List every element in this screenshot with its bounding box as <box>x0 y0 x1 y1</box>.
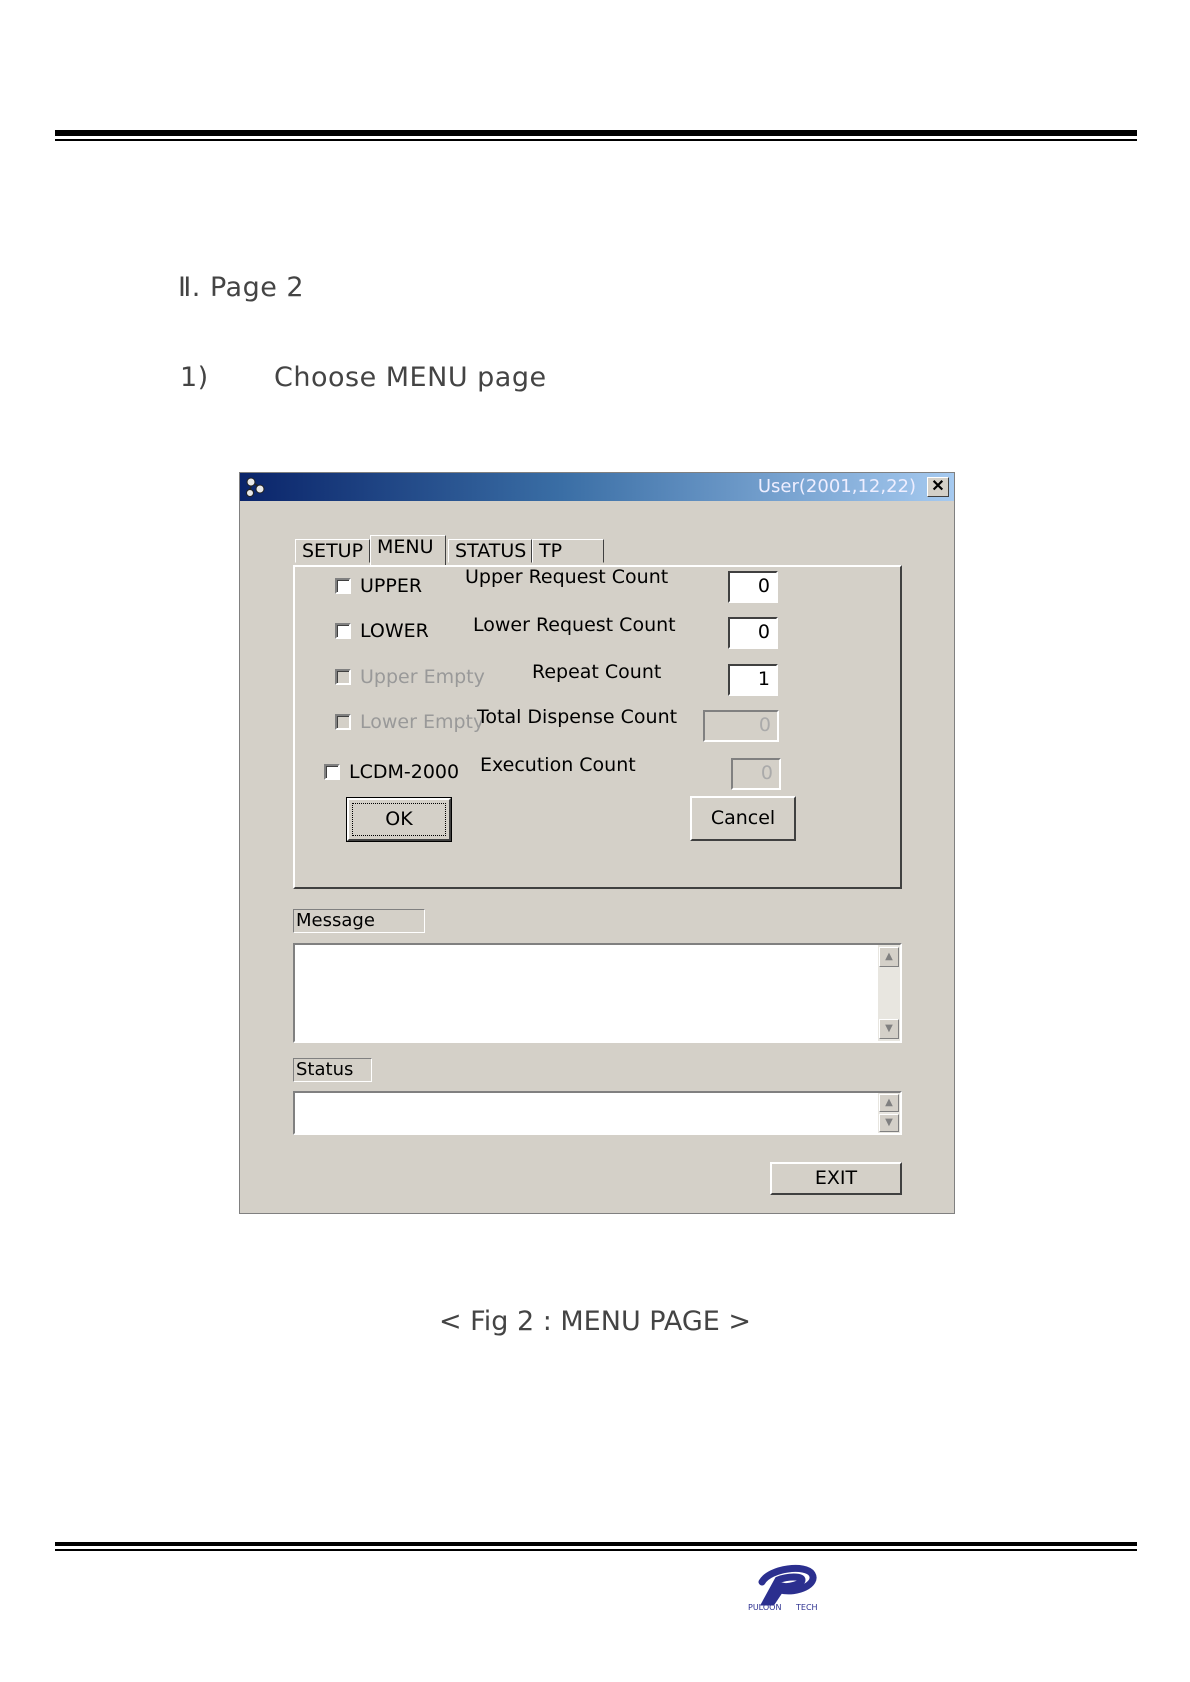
checkbox-label: Lower Empty <box>360 711 485 733</box>
checkbox-label: LCDM-2000 <box>349 761 460 783</box>
svg-text:PULOON: PULOON <box>748 1603 781 1612</box>
exit-button[interactable]: EXIT <box>770 1162 902 1195</box>
total-dispense-count-label: Total Dispense Count <box>477 706 678 728</box>
footer-rule <box>55 1542 1137 1551</box>
close-icon: ✕ <box>931 478 945 495</box>
title-bar[interactable]: User(2001,12,22) ✕ <box>240 473 954 501</box>
checkbox-box <box>335 669 351 685</box>
scroll-up-icon[interactable]: ▲ <box>879 1094 899 1112</box>
total-dispense-count-input: 0 <box>703 710 779 742</box>
close-button[interactable]: ✕ <box>927 477 949 497</box>
cancel-button[interactable]: Cancel <box>690 796 796 841</box>
scroll-up-icon[interactable]: ▲ <box>879 947 899 967</box>
status-label: Status <box>293 1058 372 1082</box>
execution-count-label: Execution Count <box>480 754 636 776</box>
status-scrollbar[interactable]: ▲ ▼ <box>878 1093 900 1133</box>
status-textarea[interactable]: ▲ ▼ <box>293 1091 902 1135</box>
upper-request-count-input[interactable]: 0 <box>728 571 778 603</box>
header-rule <box>55 130 1137 141</box>
figure-caption: < Fig 2 : MENU PAGE > <box>438 1306 752 1337</box>
execution-count-input: 0 <box>731 758 781 790</box>
checkbox-lower-empty: Lower Empty <box>335 711 484 733</box>
tab-setup[interactable]: SETUP <box>295 539 370 563</box>
repeat-count-label: Repeat Count <box>532 661 662 683</box>
logo-mark-icon: PULOON TECH <box>748 1565 818 1612</box>
focus-rect <box>352 803 446 836</box>
checkbox-label: LOWER <box>360 620 429 642</box>
window-title: User(2001,12,22) <box>757 476 916 497</box>
puloon-tech-logo: PULOON TECH <box>748 1562 828 1612</box>
upper-request-count-label: Upper Request Count <box>465 566 669 588</box>
checkbox-label: UPPER <box>360 575 423 597</box>
menu-dialog: User(2001,12,22) ✕ SETUP MENU STATUS TP … <box>239 472 955 1214</box>
section-heading: Ⅱ. Page 2 <box>178 272 305 303</box>
step-number: 1) <box>180 362 209 393</box>
checkbox-lower[interactable]: LOWER <box>335 620 429 642</box>
scroll-down-icon[interactable]: ▼ <box>879 1019 899 1039</box>
lower-request-count-input[interactable]: 0 <box>728 617 778 649</box>
svg-text:TECH: TECH <box>795 1603 818 1612</box>
scroll-down-icon[interactable]: ▼ <box>879 1114 899 1132</box>
checkbox-lcdm-2000[interactable]: LCDM-2000 <box>324 761 459 783</box>
checkbox-box <box>335 714 351 730</box>
tab-tp[interactable]: TP <box>532 539 604 563</box>
message-label: Message <box>293 909 425 933</box>
ok-button[interactable]: OK <box>346 797 452 842</box>
step-text: Choose MENU page <box>274 362 547 393</box>
checkbox-box[interactable] <box>324 764 340 780</box>
message-textarea[interactable]: ▲ ▼ <box>293 943 902 1043</box>
repeat-count-input[interactable]: 1 <box>728 664 778 696</box>
tab-menu[interactable]: MENU <box>370 535 446 565</box>
checkbox-box[interactable] <box>335 623 351 639</box>
checkbox-box[interactable] <box>335 578 351 594</box>
checkbox-upper-empty: Upper Empty <box>335 666 485 688</box>
checkbox-upper[interactable]: UPPER <box>335 575 422 597</box>
tab-status[interactable]: STATUS <box>448 539 532 563</box>
app-icon <box>246 477 265 497</box>
message-scrollbar[interactable]: ▲ ▼ <box>878 945 900 1041</box>
lower-request-count-label: Lower Request Count <box>473 614 676 636</box>
checkbox-label: Upper Empty <box>360 666 485 688</box>
